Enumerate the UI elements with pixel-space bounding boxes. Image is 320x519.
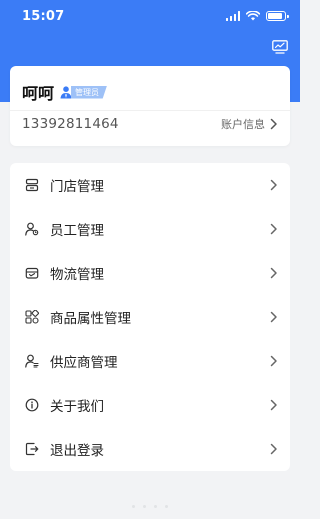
chevron-right-icon bbox=[270, 399, 277, 411]
account-info-label: 账户信息 bbox=[221, 118, 265, 131]
chevron-right-icon bbox=[270, 311, 277, 323]
menu-item-label: 门店管理 bbox=[50, 179, 104, 195]
menu-item-staff-management[interactable]: 员工管理 bbox=[10, 207, 290, 251]
supplier-icon bbox=[25, 354, 39, 368]
menu-item-about-us[interactable]: 关于我们 bbox=[10, 383, 290, 427]
monitor-chart-icon[interactable] bbox=[272, 40, 288, 54]
menu-item-label: 商品属性管理 bbox=[50, 311, 131, 327]
status-time: 15:07 bbox=[22, 8, 65, 24]
user-phone: 13392811464 bbox=[22, 116, 119, 132]
info-icon bbox=[25, 398, 39, 412]
chevron-right-icon bbox=[270, 179, 277, 191]
menu-item-supplier-management[interactable]: 供应商管理 bbox=[10, 339, 290, 383]
menu-item-label: 退出登录 bbox=[50, 443, 104, 459]
account-info-link[interactable]: 账户信息 bbox=[221, 116, 278, 132]
status-bar: 15:07 bbox=[0, 0, 300, 32]
product-attributes-icon bbox=[25, 310, 39, 324]
role-badge: 管理员 bbox=[60, 85, 108, 99]
role-label: 管理员 bbox=[71, 85, 108, 99]
menu-item-logistics-management[interactable]: 物流管理 bbox=[10, 251, 290, 295]
menu-item-label: 物流管理 bbox=[50, 267, 104, 283]
menu-item-logout[interactable]: 退出登录 bbox=[10, 427, 290, 471]
store-icon bbox=[25, 178, 39, 192]
menu-card: 门店管理 员工管理 物流管理 商品属性管理 供应商管理 关于我们 退出登录 bbox=[10, 163, 290, 471]
page-indicator bbox=[0, 505, 300, 508]
battery-level bbox=[268, 13, 282, 19]
menu-item-label: 员工管理 bbox=[50, 223, 104, 239]
staff-icon bbox=[25, 222, 39, 236]
chevron-right-icon bbox=[270, 355, 277, 367]
logistics-icon bbox=[25, 267, 39, 279]
page-dot bbox=[132, 505, 135, 508]
page-dot bbox=[154, 505, 157, 508]
user-name: 呵呵 bbox=[22, 84, 55, 103]
wifi-icon bbox=[246, 11, 260, 21]
user-profile-card: 呵呵 管理员 13392811464 账户信息 bbox=[10, 66, 290, 146]
chevron-right-icon bbox=[270, 267, 277, 279]
menu-item-product-attributes-management[interactable]: 商品属性管理 bbox=[10, 295, 290, 339]
page-dot bbox=[143, 505, 146, 508]
logout-icon bbox=[25, 442, 39, 456]
menu-item-store-management[interactable]: 门店管理 bbox=[10, 163, 290, 207]
battery-icon bbox=[266, 11, 289, 21]
user-name-row: 呵呵 管理员 bbox=[22, 80, 108, 104]
chevron-right-icon bbox=[270, 223, 277, 235]
cellular-signal-icon bbox=[225, 11, 240, 21]
chevron-right-icon bbox=[270, 118, 277, 130]
card-divider bbox=[10, 110, 290, 111]
menu-item-label: 供应商管理 bbox=[50, 355, 118, 371]
menu-item-label: 关于我们 bbox=[50, 399, 104, 415]
chevron-right-icon bbox=[270, 443, 277, 455]
page-dot bbox=[165, 505, 168, 508]
status-icons bbox=[225, 11, 289, 21]
admin-user-icon bbox=[60, 85, 72, 98]
